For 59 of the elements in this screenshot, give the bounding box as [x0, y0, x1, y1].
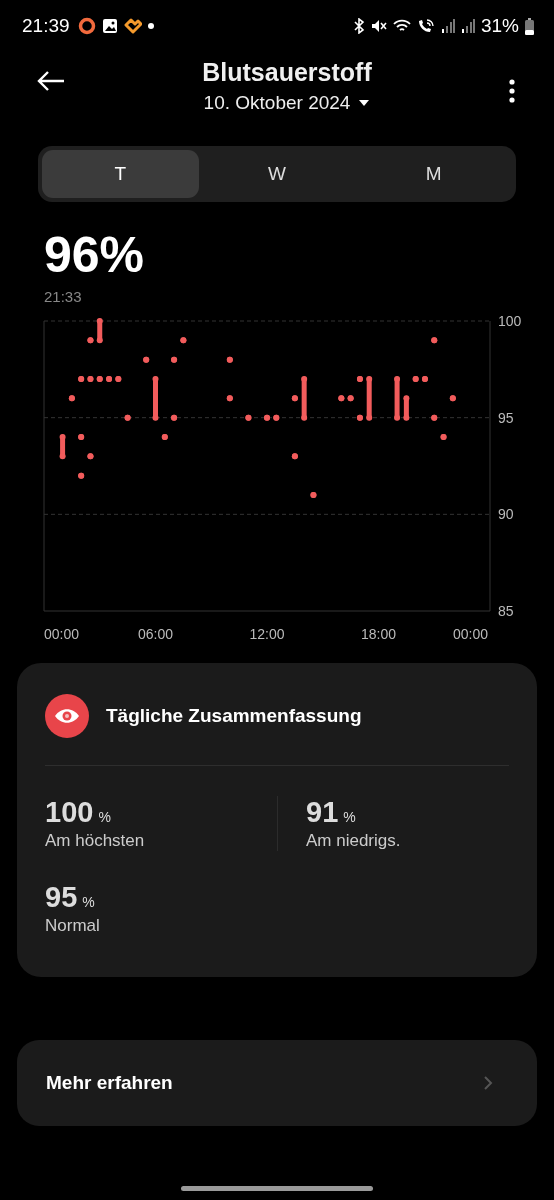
measurement-time: 21:33	[44, 288, 83, 305]
data-point	[152, 414, 159, 421]
data-point	[301, 414, 308, 421]
data-point	[301, 376, 308, 382]
y-axis-label: 85	[498, 603, 514, 619]
data-point	[394, 414, 401, 421]
stat-label: Normal	[45, 916, 101, 936]
data-point	[394, 376, 401, 382]
learn-more-link[interactable]: Mehr erfahren	[17, 1040, 537, 1126]
unit-label: %	[98, 809, 111, 825]
y-axis-label: 100	[498, 313, 522, 329]
data-point	[59, 453, 66, 460]
battery-percentage: 31%	[480, 15, 519, 37]
x-axis-label: 00:00	[452, 626, 488, 642]
unit-label: %	[82, 894, 95, 910]
data-point	[96, 337, 103, 344]
period-tab[interactable]: M	[355, 150, 512, 198]
eye-icon	[45, 694, 89, 738]
signal-icon	[460, 18, 475, 34]
mute-icon	[370, 18, 387, 34]
caret-icon	[358, 99, 371, 107]
data-point	[366, 414, 373, 421]
battery-icon	[525, 17, 534, 35]
data-point	[403, 414, 410, 421]
signal-icon	[440, 18, 455, 34]
ring-icon	[77, 17, 96, 35]
stat-value: 91	[306, 796, 339, 829]
unit-label: %	[343, 809, 356, 825]
data-point	[403, 395, 410, 402]
wifi-call-icon	[416, 18, 435, 34]
page-title: Blutsauerstoff	[202, 58, 372, 87]
x-axis-label: 18:00	[361, 626, 396, 642]
current-value: 96%	[44, 228, 146, 282]
stat-label: Am niedrigs.	[306, 831, 402, 851]
data-point	[366, 376, 373, 382]
period-tab[interactable]: T	[42, 150, 199, 198]
data-point	[59, 434, 66, 440]
x-axis-label: 12:00	[249, 626, 285, 642]
x-axis-label: 00:00	[44, 626, 80, 642]
status-time: 21:39	[22, 15, 70, 37]
stat-value: 95	[45, 881, 78, 914]
image-icon	[101, 18, 118, 34]
y-axis-label: 90	[498, 506, 514, 523]
chevron-right-icon	[483, 1075, 493, 1091]
x-axis-label: 06:00	[138, 626, 173, 642]
more-menu-icon[interactable]	[508, 78, 516, 104]
heart-icon	[123, 18, 142, 34]
wifi-icon	[392, 18, 411, 34]
dot-icon	[147, 23, 154, 29]
summary-title: Tägliche Zusammenfassung	[106, 705, 362, 727]
bluetooth-icon	[352, 18, 365, 34]
back-arrow-icon[interactable]	[36, 70, 66, 92]
stat-value: 100	[45, 796, 94, 829]
data-point	[96, 318, 103, 324]
y-axis-label: 95	[498, 409, 514, 426]
stat-label: Am höchsten	[45, 831, 146, 851]
date-dropdown[interactable]: 10. Oktober 2024	[203, 92, 371, 114]
data-point	[152, 376, 159, 382]
period-tab[interactable]: W	[198, 150, 356, 198]
